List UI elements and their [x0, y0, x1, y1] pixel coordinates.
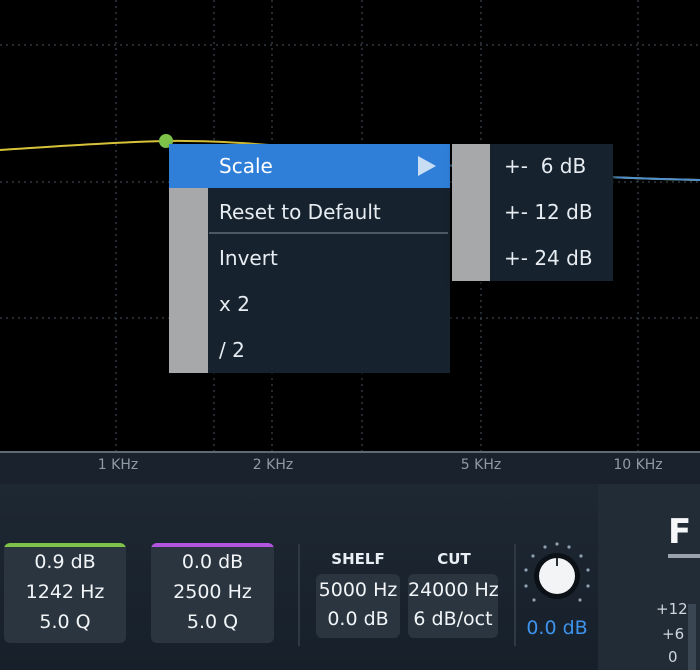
frequency-axis: 1 KHz 2 KHz 5 KHz 10 KHz — [0, 451, 700, 484]
submenu-item-24db[interactable]: +- 24 dB — [452, 236, 613, 280]
shelf-gain[interactable]: 0.0 dB — [316, 608, 400, 630]
meter-label-0: 0 — [668, 648, 678, 666]
output-gain-knob[interactable] — [518, 538, 596, 616]
band-2-q[interactable]: 5.0 Q — [151, 611, 274, 633]
context-menu: Scale Reset to Default Invert x 2 / 2 — [169, 144, 450, 373]
menu-separator — [209, 232, 448, 234]
cut-frequency[interactable]: 24000 Hz — [408, 579, 499, 601]
menu-item-label: Reset to Default — [219, 200, 381, 224]
control-panel: 0.9 dB 1242 Hz 5.0 Q 0.0 dB 2500 Hz 5.0 … — [0, 484, 700, 670]
band-1-panel[interactable]: 0.9 dB 1242 Hz 5.0 Q — [4, 543, 126, 643]
band-1-color-bar — [4, 543, 126, 547]
output-level-meter — [688, 604, 696, 670]
panel-divider — [298, 544, 300, 646]
menu-item-label: x 2 — [219, 292, 250, 316]
meter-label-plus6: +6 — [662, 625, 685, 643]
menu-item-divide-2[interactable]: / 2 — [169, 328, 450, 372]
scale-submenu: +- 6 dB +- 12 dB +- 24 dB — [452, 144, 613, 281]
menu-item-label: Scale — [219, 154, 273, 178]
submenu-item-label: +- 12 dB — [504, 200, 593, 224]
submenu-item-label: +- 24 dB — [504, 246, 593, 270]
band-2-panel[interactable]: 0.0 dB 2500 Hz 5.0 Q — [151, 543, 274, 643]
submenu-item-label: +- 6 dB — [504, 154, 587, 178]
menu-item-scale[interactable]: Scale — [169, 144, 450, 188]
menu-item-invert[interactable]: Invert — [169, 236, 450, 280]
shelf-panel[interactable]: 5000 Hz 0.0 dB — [316, 574, 400, 638]
band-2-color-bar — [151, 543, 274, 547]
freq-label-2khz: 2 KHz — [252, 457, 294, 473]
cut-heading: CUT — [437, 550, 471, 568]
shelf-frequency[interactable]: 5000 Hz — [316, 579, 400, 601]
meter-label-plus12: +12 — [656, 600, 688, 618]
plugin-logo: F — [668, 512, 693, 552]
menu-item-reset-to-default[interactable]: Reset to Default — [169, 190, 450, 234]
menu-item-label: Invert — [219, 246, 278, 270]
freq-label-5khz: 5 KHz — [460, 457, 502, 473]
panel-divider-2 — [514, 544, 516, 646]
menu-item-x2[interactable]: x 2 — [169, 282, 450, 326]
freq-label-1khz: 1 KHz — [97, 457, 139, 473]
band-1-q[interactable]: 5.0 Q — [4, 611, 126, 633]
output-gain-value[interactable]: 0.0 dB — [526, 617, 587, 639]
shelf-heading: SHELF — [331, 550, 385, 568]
cut-panel[interactable]: 24000 Hz 6 dB/oct — [408, 574, 499, 638]
logo-subtext — [668, 554, 700, 558]
submenu-item-6db[interactable]: +- 6 dB — [452, 144, 613, 188]
cut-slope[interactable]: 6 dB/oct — [408, 608, 498, 630]
submenu-item-12db[interactable]: +- 12 dB — [452, 190, 613, 234]
band-1-gain[interactable]: 0.9 dB — [4, 551, 126, 573]
menu-item-label: / 2 — [219, 338, 245, 362]
band-2-gain[interactable]: 0.0 dB — [151, 551, 274, 573]
submenu-arrow-icon — [418, 156, 436, 176]
freq-label-10khz: 10 KHz — [613, 457, 663, 473]
band-2-frequency[interactable]: 2500 Hz — [151, 581, 274, 603]
band-1-frequency[interactable]: 1242 Hz — [4, 581, 126, 603]
